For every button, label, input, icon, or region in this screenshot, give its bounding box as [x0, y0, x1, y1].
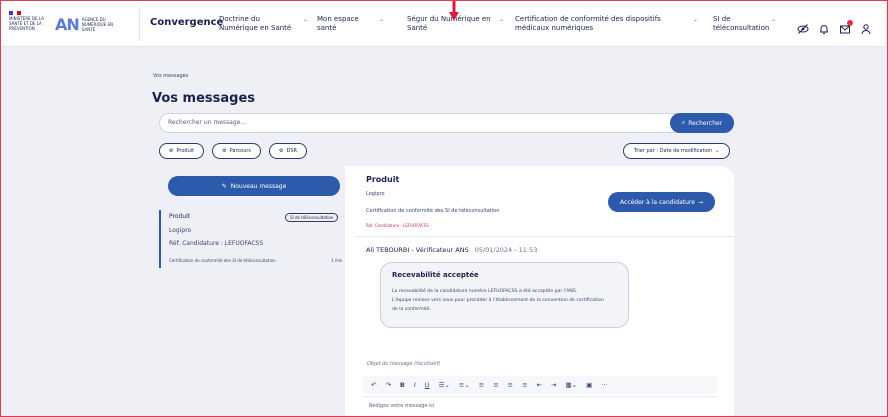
- user-icon[interactable]: [860, 23, 872, 35]
- message-reference: Réf. Candidature : LEFUOFACSS: [169, 240, 264, 247]
- mail-icon[interactable]: [839, 20, 853, 35]
- outdent-icon[interactable]: ⇤: [537, 381, 542, 389]
- open-application-button[interactable]: Accéder à la candidature →: [608, 192, 715, 212]
- editor-toolbar: ↶ ↷ B I U ☰⌄ ≡⌄ ≡ ≡ ≡ ≡ ⇤ ⇥ ▦⌄ ▣ ···: [363, 376, 717, 394]
- brand-title[interactable]: Convergence: [150, 17, 223, 28]
- arrow-right-icon: →: [697, 198, 703, 206]
- notification-dot: [847, 20, 853, 26]
- nav-segur[interactable]: Ségur du Numérique en Santé ⌄: [407, 15, 515, 33]
- chevron-down-icon: ⌄: [499, 16, 505, 23]
- message-time: 1 min: [331, 258, 343, 263]
- filter-chips: ⚙ Produit ⚙ Parcours ⚙ DSR: [159, 143, 308, 159]
- flag-icon: [9, 11, 21, 15]
- breadcrumb[interactable]: Vos messages: [153, 73, 188, 79]
- image-icon[interactable]: ▣: [586, 381, 592, 389]
- detail-reference: Réf. Candidature : LEFUOFACSS: [366, 223, 429, 228]
- search-input[interactable]: [168, 119, 648, 126]
- sliders-icon: ⚙: [222, 148, 227, 154]
- new-message-button[interactable]: ✎ Nouveau message: [168, 176, 340, 196]
- align-left-icon[interactable]: ≡: [479, 381, 484, 389]
- message-name: Logipro: [169, 227, 192, 234]
- undo-icon[interactable]: ↶: [371, 381, 376, 389]
- header-actions: [797, 20, 872, 35]
- agency-logo[interactable]: AN AGENCE DU NUMÉRIQUE EN SANTÉ: [55, 15, 120, 34]
- chevron-down-icon: ⌄: [771, 16, 777, 23]
- message-date: 05/01/2024 - 11:53: [474, 246, 538, 254]
- italic-icon[interactable]: I: [414, 381, 416, 389]
- eye-off-icon[interactable]: [797, 23, 809, 35]
- align-justify-icon[interactable]: ≡: [522, 381, 527, 389]
- chevron-down-icon: ⌄: [693, 16, 699, 23]
- gov-logo[interactable]: MINISTÈRE DE LA SANTÉ ET DE LA PRÉVENTIO…: [9, 11, 47, 37]
- main-nav: Doctrine du Numérique en Santé ⌄ Mon espa…: [219, 15, 785, 33]
- detail-certification: Certification de conformité des SI de té…: [366, 208, 500, 214]
- card-body: La recevabilité de la candidature numéro…: [392, 289, 604, 312]
- chevron-down-icon: ⌄: [715, 148, 720, 154]
- align-center-icon[interactable]: ≡: [493, 381, 498, 389]
- message-detail: Produit Logipro Certification de conform…: [355, 166, 734, 416]
- message-card: Recevabilité acceptée La recevabilité de…: [380, 262, 629, 328]
- message-editor: [363, 396, 717, 416]
- list-item[interactable]: Produit SI de téléconsultation Logipro R…: [159, 210, 345, 268]
- sort-dropdown[interactable]: Trier par : Date de modification ⌄: [623, 143, 731, 159]
- search-icon: ⌕: [681, 119, 686, 126]
- arrow-down-icon: [449, 1, 459, 21]
- message-author: Ali TEBOURBI - Vérificateur ANS 05/01/202…: [366, 246, 538, 254]
- agency-logo-mark: AN: [55, 14, 80, 34]
- bell-icon[interactable]: [818, 23, 830, 35]
- subject-field[interactable]: Objet du message (facultatif): [367, 361, 440, 367]
- filter-parcours[interactable]: ⚙ Parcours: [212, 143, 262, 159]
- message-list: ✎ Nouveau message Produit SI de télécons…: [159, 166, 345, 416]
- indent-icon[interactable]: ⇥: [551, 381, 556, 389]
- chevron-down-icon: ⌄: [379, 16, 385, 23]
- numbered-list-icon[interactable]: ≡⌄: [459, 381, 470, 389]
- redo-icon[interactable]: ↷: [385, 381, 390, 389]
- status-badge: SI de téléconsultation: [285, 213, 339, 222]
- message-summary: Certification de conformité des SI de té…: [169, 258, 276, 263]
- underline-icon[interactable]: U: [425, 381, 430, 389]
- messages-panel: ✎ Nouveau message Produit SI de télécons…: [159, 166, 734, 416]
- logos: MINISTÈRE DE LA SANTÉ ET DE LA PRÉVENTIO…: [9, 11, 120, 37]
- top-header: MINISTÈRE DE LA SANTÉ ET DE LA PRÉVENTIO…: [1, 1, 886, 47]
- sliders-icon: ⚙: [279, 148, 284, 154]
- page-title: Vos messages: [152, 91, 256, 106]
- header-divider: [139, 7, 140, 41]
- detail-title: Produit: [366, 175, 400, 184]
- nav-mon-espace-sante[interactable]: Mon espace santé ⌄: [317, 15, 407, 33]
- message-body-input[interactable]: [369, 403, 669, 409]
- card-title: Recevabilité acceptée: [392, 271, 479, 279]
- detail-product-name: Logipro: [366, 191, 385, 197]
- bold-icon[interactable]: B: [400, 381, 405, 389]
- search-bar: ⌕ Rechercher: [159, 113, 734, 133]
- filter-dsr[interactable]: ⚙ DSR: [269, 143, 308, 159]
- agency-logo-text: AGENCE DU NUMÉRIQUE EN SANTÉ: [81, 16, 114, 32]
- more-icon[interactable]: ···: [601, 381, 607, 389]
- nav-certification-dm[interactable]: Certification de conformité des disposit…: [515, 15, 713, 33]
- message-product: Produit: [169, 213, 191, 220]
- chevron-down-icon: ⌄: [303, 16, 309, 23]
- bullet-list-icon[interactable]: ☰⌄: [439, 381, 450, 389]
- edit-icon: ✎: [221, 182, 227, 190]
- search-button[interactable]: ⌕ Rechercher: [670, 113, 734, 133]
- divider: [355, 236, 734, 237]
- nav-si-teleconsultation[interactable]: SI de téléconsultation ⌄: [713, 15, 785, 33]
- nav-doctrine[interactable]: Doctrine du Numérique en Santé ⌄: [219, 15, 317, 33]
- filter-produit[interactable]: ⚙ Produit: [159, 143, 205, 159]
- sliders-icon: ⚙: [169, 148, 174, 154]
- table-icon[interactable]: ▦⌄: [565, 381, 577, 389]
- app-frame: MINISTÈRE DE LA SANTÉ ET DE LA PRÉVENTIO…: [0, 0, 888, 417]
- align-right-icon[interactable]: ≡: [508, 381, 513, 389]
